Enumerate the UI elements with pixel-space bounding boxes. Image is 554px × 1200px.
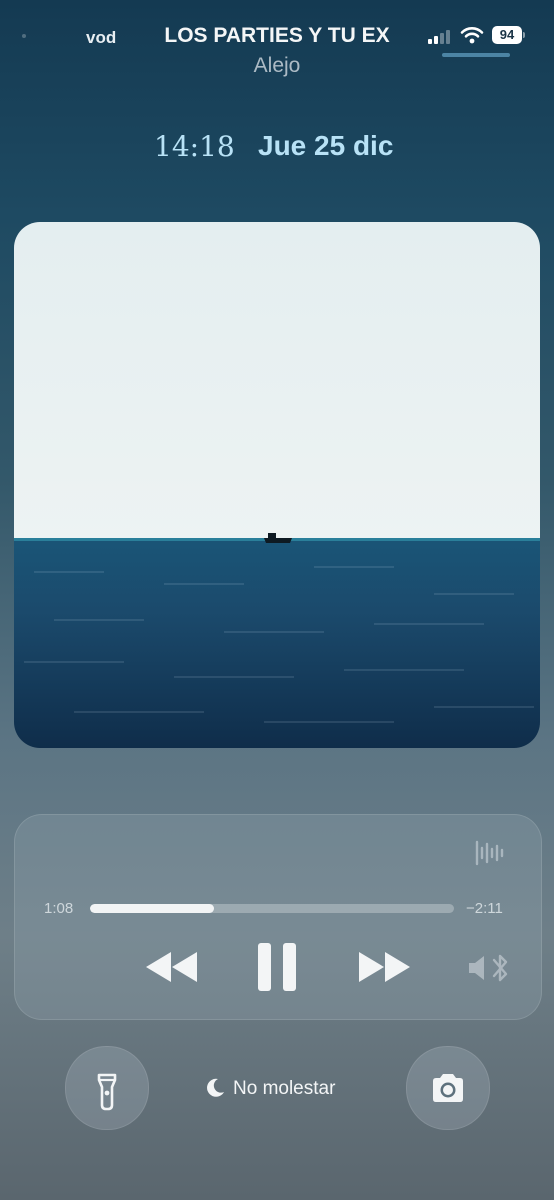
pause-icon[interactable] bbox=[256, 942, 298, 992]
song-title[interactable]: LOS PARTIES Y TU EX bbox=[0, 24, 554, 48]
fast-forward-icon[interactable] bbox=[356, 950, 412, 984]
clock-row: 14:18 Jue 25 dic bbox=[0, 128, 554, 168]
audio-waveform-icon[interactable] bbox=[474, 838, 506, 868]
flashlight-icon bbox=[97, 1073, 117, 1111]
lock-time: 14:18 bbox=[154, 130, 235, 163]
moon-icon bbox=[207, 1078, 224, 1097]
rewind-icon[interactable] bbox=[144, 950, 200, 984]
progress-bar[interactable] bbox=[90, 904, 454, 913]
progress-fill bbox=[90, 904, 214, 913]
remaining-time: −2:11 bbox=[466, 900, 503, 917]
focus-label: No molestar bbox=[233, 1078, 336, 1099]
camera-button[interactable] bbox=[406, 1046, 490, 1130]
camera-icon bbox=[433, 1074, 463, 1102]
bluetooth-speaker-icon[interactable] bbox=[466, 952, 512, 984]
album-artwork[interactable] bbox=[14, 222, 540, 748]
flashlight-button[interactable] bbox=[65, 1046, 149, 1130]
elapsed-time: 1:08 bbox=[44, 900, 74, 917]
lock-date: Jue 25 dic bbox=[258, 130, 394, 161]
song-artist[interactable]: Alejo bbox=[0, 54, 554, 78]
